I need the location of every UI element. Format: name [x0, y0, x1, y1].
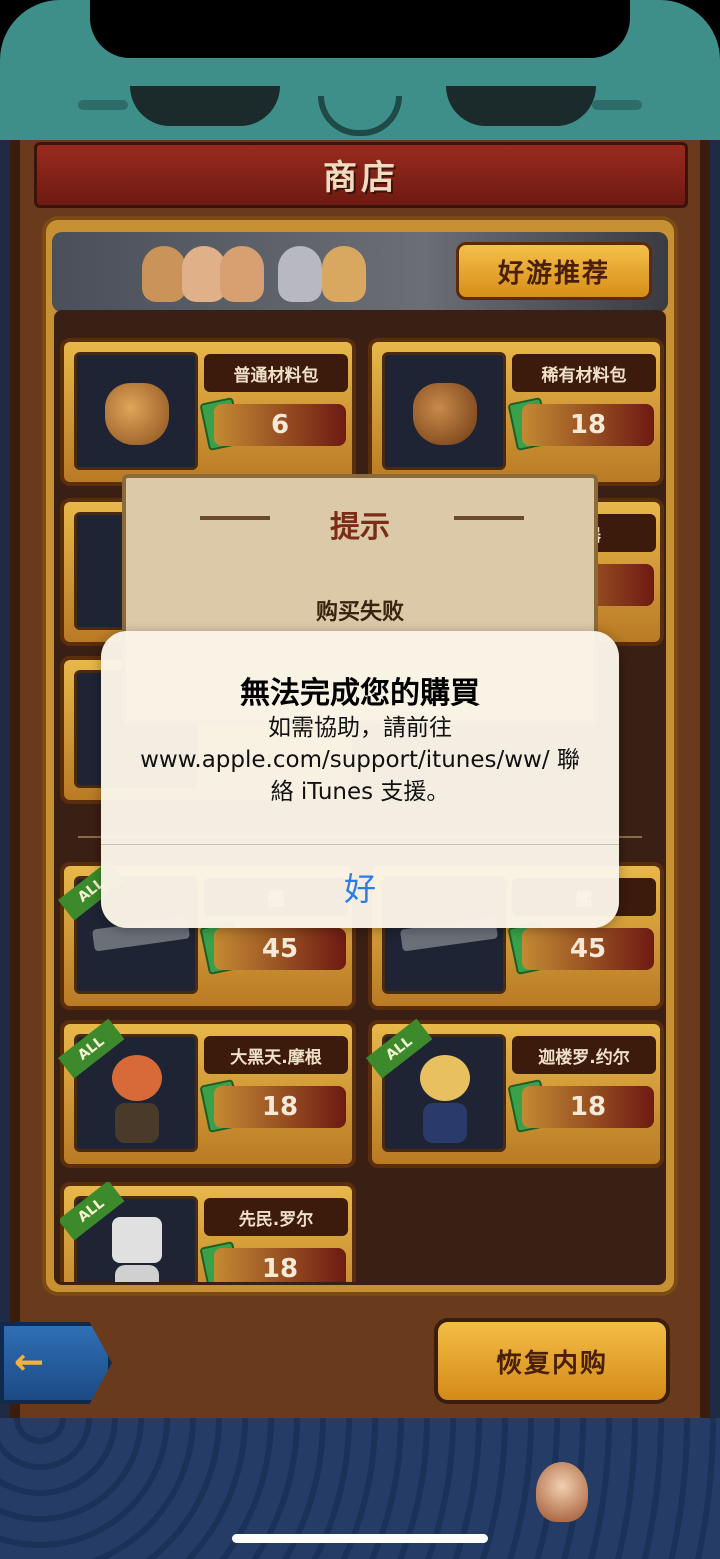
back-arrow-icon: ←: [14, 1342, 45, 1383]
item-price: 18: [214, 1248, 346, 1282]
home-indicator[interactable]: [232, 1534, 488, 1543]
hero-figure-icon: [107, 1217, 167, 1282]
shop-item-card[interactable]: ALL 迦楼罗.约尔 18: [366, 1018, 664, 1168]
shop-item-card[interactable]: 普通材料包 6: [60, 338, 356, 486]
item-name: 迦楼罗.约尔: [512, 1036, 656, 1074]
game-dialog-title: 提示: [330, 510, 390, 545]
device-notch: [90, 0, 630, 58]
item-image: [382, 352, 506, 470]
shop-item-card[interactable]: ALL 大黑天.摩根 18: [58, 1018, 356, 1168]
item-name: 稀有材料包: [512, 354, 656, 392]
item-price: 18: [214, 1086, 346, 1128]
page-title: 商店: [323, 158, 399, 198]
hero-portrait: [322, 246, 366, 302]
hero-figure-icon: [107, 1055, 167, 1145]
hero-portrait: [142, 246, 186, 302]
shop-item-card[interactable]: 稀有材料包 18: [368, 338, 664, 486]
right-eye-decoration: [446, 86, 596, 126]
item-price: 18: [522, 404, 654, 446]
item-price: 18: [522, 1086, 654, 1128]
item-name: 普通材料包: [204, 354, 348, 392]
mascot-icon: [536, 1462, 588, 1522]
hero-portrait: [278, 246, 322, 302]
clip: ALL 先民.罗尔 18: [60, 1182, 356, 1282]
item-price: 6: [214, 404, 346, 446]
item-price: 45: [522, 928, 654, 970]
hero-figure-icon: [415, 1055, 475, 1145]
left-eye-decoration: [130, 86, 280, 126]
alert-title: 無法完成您的購買: [240, 676, 480, 711]
hero-portrait: [220, 246, 264, 302]
shop-item-card[interactable]: ALL 先民.罗尔 18: [60, 1182, 356, 1282]
recommended-games-button[interactable]: 好游推荐: [456, 242, 652, 300]
item-image: [74, 352, 198, 470]
alert-ok-button[interactable]: 好: [101, 845, 619, 928]
game-dialog-message: 购买失败: [315, 600, 404, 625]
restore-purchases-button[interactable]: 恢复内购: [434, 1318, 670, 1404]
material-bag-icon: [105, 383, 169, 445]
dash-decoration: [78, 100, 128, 110]
rare-bag-icon: [413, 383, 477, 445]
item-name: 大黑天.摩根: [204, 1036, 348, 1074]
item-price: 45: [214, 928, 346, 970]
alert-message: 如需協助，請前往 www.apple.com/support/itunes/ww…: [140, 715, 580, 805]
dash-decoration: [592, 100, 642, 110]
item-name: 先民.罗尔: [204, 1198, 348, 1236]
